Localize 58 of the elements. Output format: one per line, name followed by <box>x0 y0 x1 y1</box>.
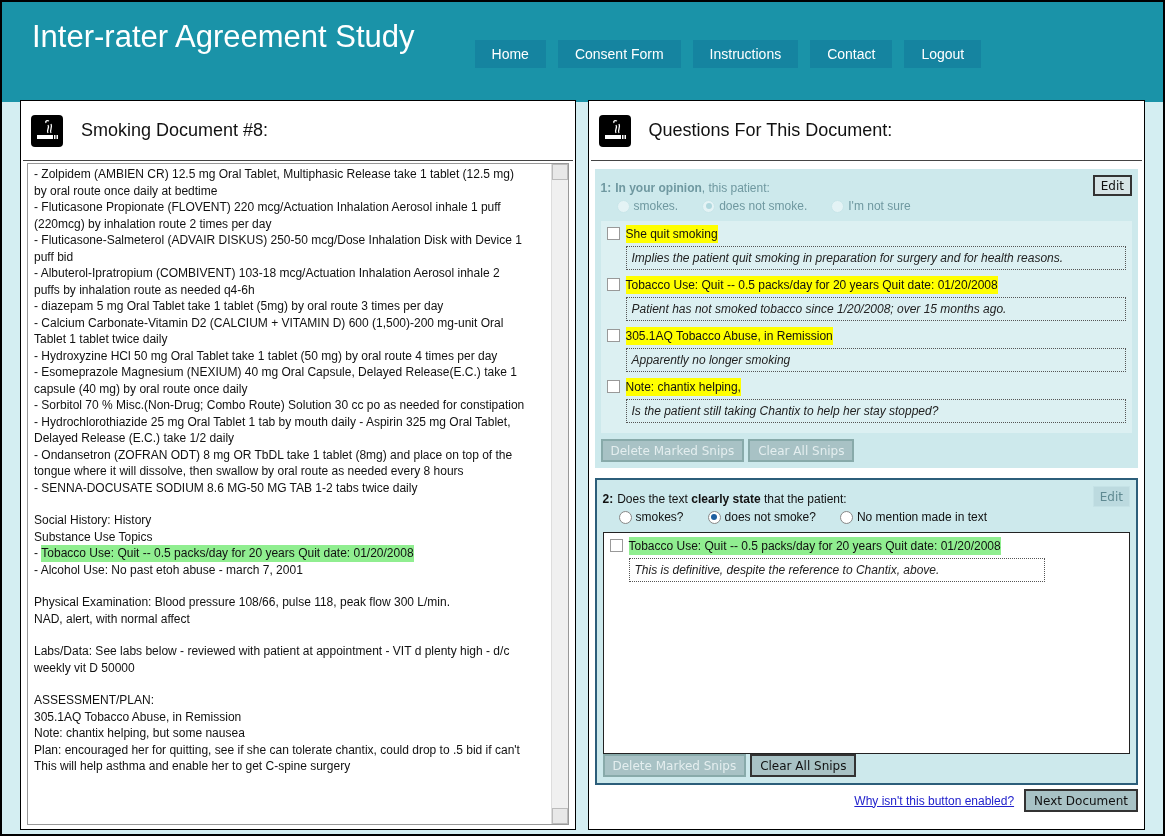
snip-quote: 305.1AQ Tobacco Abuse, in Remission <box>625 327 833 345</box>
nav-link[interactable]: Home <box>474 40 546 68</box>
document-line: - Calcium Carbonate-Vitamin D2 (CALCIUM + VITAMIN D) 600 (1,500)-200 mg-unit Oral Tablet 1 tablet twice daily <box>34 314 505 348</box>
help-link[interactable]: Why isn't this button enabled? <box>854 791 1015 810</box>
document-line: ASSESSMENT/PLAN: <box>34 692 156 709</box>
radio-label: smokes? <box>635 509 684 526</box>
document-line: Labs/Data: See labs below - reviewed with patient at appointment - VIT d plenty high - d/c weekly vit D 50000 <box>34 643 511 676</box>
scrollbar[interactable] <box>550 164 568 824</box>
highlighted-text: Tobacco Use: Quit -- 0.5 packs/day for 20 years Quit date: 01/20/2008 <box>41 545 414 562</box>
document-line: - Esomeprazole Magnesium (NEXIUM) 40 mg Oral Capsule, Delayed Release(E.C.) take 1 capsule (40 mg) by oral route once daily <box>34 364 518 397</box>
radio-label: No mention made in text <box>856 509 987 526</box>
radio-label: does not smoke? <box>724 509 816 526</box>
site-title: Inter-rater Agreement Study <box>32 18 415 56</box>
document-line: Physical Examination: Blood pressure 108/66, pulse 118, peak flow 300 L/min. <box>34 594 452 611</box>
panel-button[interactable]: Next Document <box>1024 789 1138 812</box>
checkbox[interactable] <box>609 539 623 552</box>
document-line: Social History: History <box>34 512 153 529</box>
snip-note-field[interactable]: This is definitive, despite the reference to Chantix, above. <box>628 558 1045 582</box>
document-line: - Zolpidem (AMBIEN CR) 12.5 mg Oral Tablet, Multiphasic Release take 1 tablet (12.5 mg) by oral route once daily at bedtime <box>34 166 515 199</box>
nav-link[interactable]: Consent Form <box>557 40 681 68</box>
document-line: - Fluticasone Propionate (FLOVENT) 220 mcg/Actuation Inhalation Aerosol inhale 1 puff (220mcg) by inhalation route 2 times per day <box>34 199 502 232</box>
radio-button[interactable] <box>707 510 721 524</box>
snip-quote: Tobacco Use: Quit -- 0.5 packs/day for 20 years Quit date: 01/20/2008 <box>628 537 1001 555</box>
nav-link[interactable]: Logout <box>904 40 982 68</box>
document-line: - SENNA-DOCUSATE SODIUM 8.6 MG-50 MG TAB 1-2 tabs twice daily <box>34 479 419 496</box>
document-line: 305.1AQ Tobacco Abuse, in Remission <box>34 708 243 725</box>
document-line: Substance Use Topics <box>34 528 154 545</box>
smoking-icon <box>598 114 631 147</box>
radio-button[interactable] <box>618 510 632 524</box>
nav-link[interactable]: Instructions <box>692 40 799 68</box>
panel-title: Questions For This Document: <box>648 119 893 142</box>
radio-label: does not smoke. <box>719 198 808 215</box>
snip-quote: Note: chantix helping, <box>625 378 741 396</box>
question-prompt: Does the text clearly state that the patient: <box>617 491 847 508</box>
smoking-icon <box>31 114 63 147</box>
question-number: 2: <box>602 491 614 508</box>
radio-label: smokes. <box>633 198 679 215</box>
document-line: - Fluticasone-Salmeterol (ADVAIR DISKUS) 250-50 mcg/Dose Inhalation Disk with Device 1 puff bid <box>34 232 523 265</box>
nav-link[interactable]: Contact <box>810 40 893 68</box>
document-line: - <box>34 545 39 562</box>
document-line: - Hydroxyzine HCl 50 mg Oral Tablet take 1 tablet (50 mg) by oral route 4 times per day <box>34 347 499 364</box>
document-line: - Hydrochlorothiazide 25 mg Oral Tablet 1 tab by mouth daily - Aspirin 325 mg Oral Tablet, Delayed Release (E.C.) take 1/2 daily <box>34 413 512 447</box>
radio-button[interactable] <box>839 510 853 524</box>
document-line: - Ondansetron (ZOFRAN ODT) 8 mg OR TbDL take 1 tablet (8mg) and place on top of the tongue where it will dissolve, then swallow by oral route as needed every 8 hours <box>34 446 514 480</box>
document-line: This will help asthma and enable her to get C-spine surgery <box>34 758 352 775</box>
question-number: 1: <box>600 180 612 197</box>
panel-button[interactable]: Clear All Snips <box>750 754 857 777</box>
document-line: - Albuterol-Ipratropium (COMBIVENT) 103-18 mcg/Actuation Inhalation Aerosol inhale 2 puffs by inhalation route as needed q4-6h <box>34 265 501 298</box>
document-line: Plan: encouraged her for quitting, see if she can tolerate chantix, could drop to .5 bid if can't <box>34 741 521 758</box>
question-prompt: In your opinion, this patient: <box>615 180 770 197</box>
document-line: - Sorbitol 70 % Misc.(Non-Drug; Combo Route) Solution 30 cc po as needed for constipation <box>34 397 525 414</box>
radio-label: I'm not sure <box>848 198 911 215</box>
document-line: NAD, alert, with normal affect <box>34 610 191 627</box>
document-line: - diazepam 5 mg Oral Tablet take 1 tablet (5mg) by oral route 3 times per day <box>34 298 445 315</box>
panel-title: Smoking Document #8: <box>81 119 269 142</box>
document-line: Note: chantix helping, but some nausea <box>34 725 246 742</box>
document-line: - Alcohol Use: No past etoh abuse - march 7, 2001 <box>34 561 304 578</box>
snip-quote: She quit smoking <box>625 225 718 243</box>
